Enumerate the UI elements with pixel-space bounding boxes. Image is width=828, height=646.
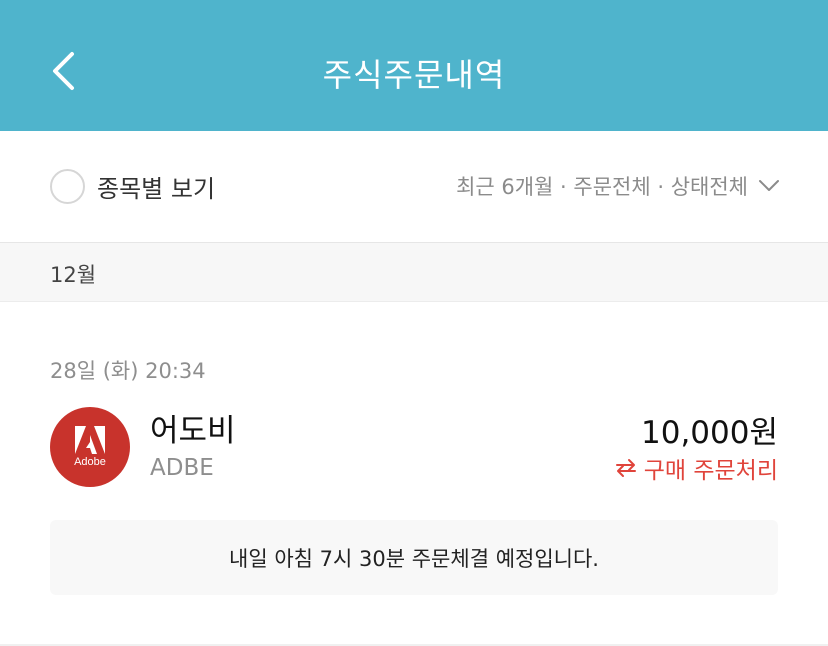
chevron-down-icon [759, 180, 779, 191]
filter-summary: 최근 6개월 · 주문전체 · 상태전체 [456, 175, 748, 199]
month-label: 12월 [50, 263, 97, 287]
adobe-a-icon [75, 426, 105, 454]
order-status: 구매 주문처리 [614, 453, 778, 484]
view-by-stock-label: 종목별 보기 [97, 174, 216, 203]
stock-name: 어도비 [150, 413, 236, 449]
order-notice: 내일 아침 7시 30분 주문체결 예정입니다. [50, 520, 778, 595]
logo-text: Adobe [74, 456, 106, 468]
view-by-stock-toggle[interactable]: 종목별 보기 [50, 168, 215, 204]
adobe-logo: Adobe [50, 407, 130, 487]
status-label: 구매 주문처리 [643, 458, 778, 484]
notice-text: 내일 아침 7시 30분 주문체결 예정입니다. [229, 546, 599, 571]
repeat-icon [615, 459, 636, 477]
app-header: 주식주문내역 [0, 0, 828, 131]
order-datetime: 28일 (화) 20:34 [50, 359, 206, 383]
page-title: 주식주문내역 [322, 56, 506, 94]
order-item[interactable]: Adobe 어도비 ADBE 10,000원 구매 주문처리 [50, 405, 778, 489]
order-amount: 10,000원 [641, 415, 778, 451]
radio-circle-icon[interactable] [50, 168, 85, 204]
filter-bar: 종목별 보기 최근 6개월 · 주문전체 · 상태전체 [0, 131, 828, 242]
filter-dropdown[interactable]: 최근 6개월 · 주문전체 · 상태전체 [456, 169, 780, 203]
month-section-header: 12월 [0, 242, 828, 302]
stock-ticker: ADBE [150, 455, 214, 481]
